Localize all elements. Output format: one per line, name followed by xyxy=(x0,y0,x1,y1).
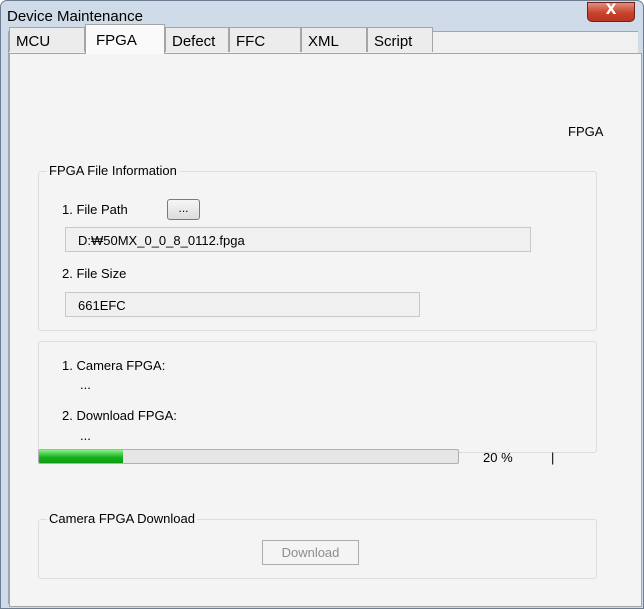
file-size-value: 661EFC xyxy=(78,298,126,313)
tab-fpga-label: FPGA xyxy=(96,32,137,49)
browse-button[interactable]: ... xyxy=(167,199,200,220)
download-fpga-label: 2. Download FPGA: xyxy=(62,408,177,423)
file-size-label: 2. File Size xyxy=(62,266,127,281)
window-title: Device Maintenance xyxy=(7,8,143,25)
tab-script[interactable]: Script xyxy=(367,27,433,52)
file-path-field[interactable]: D:₩50MX_0_0_8_0112.fpga xyxy=(65,227,531,252)
tab-fpga[interactable]: FPGA xyxy=(85,24,165,54)
file-size-field[interactable]: 661EFC xyxy=(65,292,420,317)
download-fpga-value: ... xyxy=(80,428,91,443)
tab-mcu[interactable]: MCU xyxy=(9,27,85,52)
tab-mcu-label: MCU xyxy=(16,33,51,50)
camera-fpga-value: ... xyxy=(80,377,91,392)
panel-header-label: FPGA xyxy=(568,124,604,139)
browse-button-label: ... xyxy=(178,201,189,215)
tab-xml-label: XML xyxy=(308,33,339,50)
close-icon: X xyxy=(605,2,617,18)
download-button[interactable]: Download xyxy=(262,540,359,565)
tab-script-label: Script xyxy=(374,33,413,50)
file-path-label: 1. File Path xyxy=(62,202,128,217)
progress-cursor-marker: | xyxy=(551,450,555,465)
tab-ffc[interactable]: FFC xyxy=(229,27,301,52)
download-group-title: Camera FPGA Download xyxy=(47,511,197,526)
download-progress-bar xyxy=(38,449,459,464)
tab-defect[interactable]: Defect xyxy=(165,27,229,52)
tab-defect-label: Defect xyxy=(172,33,216,50)
download-button-label: Download xyxy=(281,545,340,560)
progress-fill xyxy=(39,450,123,463)
tab-ffc-label: FFC xyxy=(236,33,266,50)
camera-fpga-label: 1. Camera FPGA: xyxy=(62,358,166,373)
progress-percent: 20 % xyxy=(483,450,513,465)
file-info-group-title: FPGA File Information xyxy=(47,163,179,178)
file-path-value: D:₩50MX_0_0_8_0112.fpga xyxy=(78,233,245,248)
close-button[interactable]: X xyxy=(587,2,635,22)
tab-xml[interactable]: XML xyxy=(301,27,367,52)
